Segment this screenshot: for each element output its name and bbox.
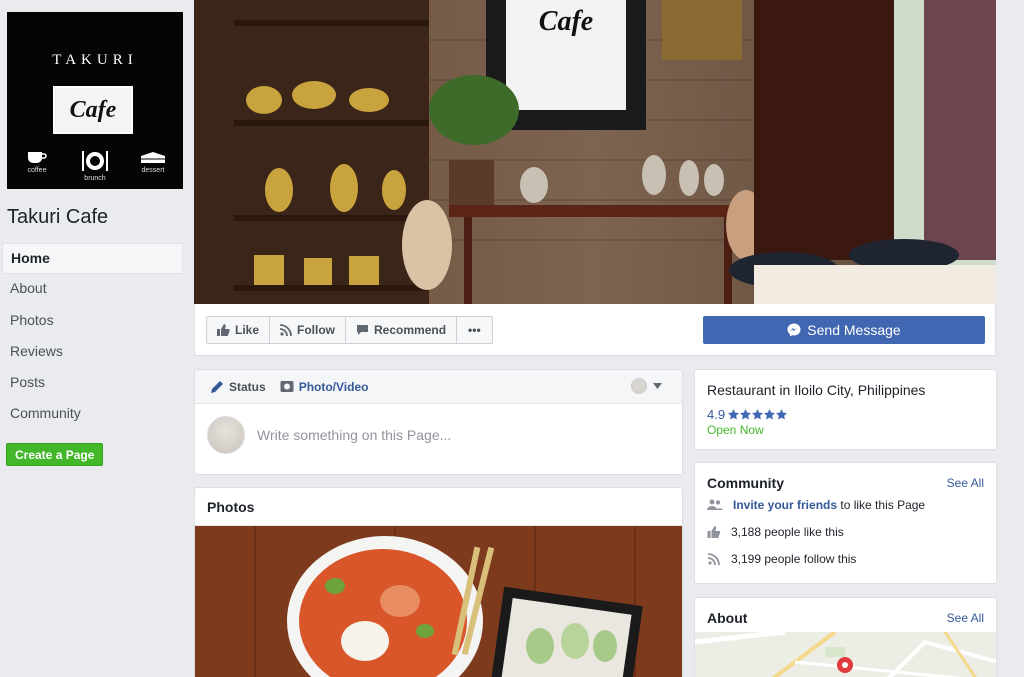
logo-icon-label: brunch (84, 175, 106, 182)
page-actions-bar: Like Follow Recommend ••• Send Message (194, 304, 996, 356)
page-title[interactable]: Takuri Cafe (7, 206, 108, 229)
open-status: Open Now (707, 423, 764, 437)
location-map[interactable] (695, 632, 996, 677)
logo-icon-label: dessert (141, 167, 165, 174)
likes-count: 3,188 people like this (731, 524, 844, 539)
composer-body[interactable]: Write something on this Page... (195, 404, 682, 466)
audience-selector[interactable] (631, 378, 662, 394)
star-icon (752, 409, 764, 420)
cover-photo-image: Cafe (194, 0, 996, 304)
sidebar-item-about[interactable]: About (2, 274, 183, 305)
post-composer: Status Photo/Video Write something on th… (194, 369, 683, 475)
photos-section-title[interactable]: Photos (195, 488, 682, 526)
recommend-button[interactable]: Recommend (345, 316, 458, 344)
community-see-all-link[interactable]: See All (947, 476, 984, 490)
chevron-down-icon (653, 383, 662, 389)
send-message-label: Send Message (807, 322, 901, 338)
page-info-card: Restaurant in Iloilo City, Philippines 4… (694, 369, 997, 450)
community-card: Community See All Invite your friends to… (694, 462, 997, 584)
follow-label: Follow (297, 323, 336, 337)
about-title[interactable]: About (707, 610, 747, 626)
left-sidebar: TAKURI Cafe coffee brunch dessert Takuri… (0, 0, 190, 677)
invite-rest-text: to like this Page (840, 497, 926, 512)
composer-tabs: Status Photo/Video (195, 370, 682, 404)
map-pin-icon (837, 657, 853, 673)
friends-icon (707, 499, 723, 510)
invite-friends-row: Invite your friends to like this Page (695, 491, 996, 518)
brunch-plate-icon: brunch (77, 150, 113, 182)
recommend-label: Recommend (374, 323, 447, 337)
community-title[interactable]: Community (707, 475, 784, 491)
composer-input[interactable]: Write something on this Page... (257, 427, 451, 443)
tab-photo-video-label: Photo/Video (298, 379, 369, 394)
sidebar-item-photos[interactable]: Photos (2, 306, 183, 337)
recommend-speech-icon (357, 325, 369, 335)
camera-icon (280, 381, 294, 392)
logo-brand-text: TAKURI (52, 52, 138, 68)
sidebar-item-community[interactable]: Community (2, 399, 183, 430)
star-icon (728, 409, 740, 420)
cover-photo[interactable]: Cafe (194, 0, 996, 304)
messenger-icon (787, 323, 801, 337)
about-see-all-link[interactable]: See All (947, 611, 984, 625)
like-button[interactable]: Like (206, 316, 271, 344)
tab-photo-video[interactable]: Photo/Video (280, 379, 369, 394)
like-label: Like (235, 323, 260, 337)
thumbs-up-icon (217, 324, 230, 336)
logo-icon-label: coffee (27, 167, 47, 174)
food-photo[interactable] (195, 526, 682, 677)
sidebar-nav: Home About Photos Reviews Posts Communit… (2, 243, 183, 431)
invite-friends-link[interactable]: Invite your friends (733, 498, 837, 512)
follows-count-row: 3,199 people follow this (695, 545, 996, 572)
logo-icons: coffee brunch dessert (19, 150, 171, 182)
map-image (695, 632, 996, 677)
community-card-header: Community See All (695, 463, 996, 491)
rss-follow-icon (280, 324, 292, 336)
send-message-button[interactable]: Send Message (703, 316, 985, 344)
rating-stars (728, 409, 788, 420)
avatar (207, 416, 245, 454)
coffee-icon: coffee (19, 150, 55, 182)
sidebar-item-posts[interactable]: Posts (2, 368, 183, 399)
pencil-icon (211, 380, 223, 393)
follow-button[interactable]: Follow (269, 316, 347, 344)
page-rating[interactable]: 4.9 (707, 407, 984, 422)
page-category[interactable]: Restaurant in Iloilo City, Philippines (707, 382, 984, 398)
about-card: About See All (694, 597, 997, 677)
invite-text: Invite your friends to like this Page (733, 498, 925, 512)
cake-icon: dessert (135, 150, 171, 182)
logo-cafe-text: Cafe (53, 86, 133, 134)
rss-follow-icon (707, 552, 720, 565)
page-profile-logo[interactable]: TAKURI Cafe coffee brunch dessert (7, 12, 183, 189)
follows-count: 3,199 people follow this (731, 551, 857, 566)
about-card-header: About See All (695, 598, 996, 626)
star-icon (776, 409, 788, 420)
svg-text:Cafe: Cafe (539, 6, 593, 37)
sidebar-item-home[interactable]: Home (2, 243, 183, 275)
likes-count-row: 3,188 people like this (695, 518, 996, 545)
page-action-buttons: Like Follow Recommend ••• (206, 316, 493, 344)
rating-value: 4.9 (707, 407, 726, 422)
tab-status[interactable]: Status (210, 380, 266, 394)
more-options-button[interactable]: ••• (456, 316, 493, 344)
avatar-small (631, 378, 647, 394)
star-icon (764, 409, 776, 420)
tab-status-label: Status (229, 379, 266, 394)
sidebar-item-reviews[interactable]: Reviews (2, 337, 183, 368)
star-icon (740, 409, 752, 420)
create-page-button[interactable]: Create a Page (6, 443, 104, 466)
thumbs-up-icon (707, 525, 721, 538)
food-photo-image (195, 526, 682, 677)
photos-section: Photos (194, 487, 683, 677)
